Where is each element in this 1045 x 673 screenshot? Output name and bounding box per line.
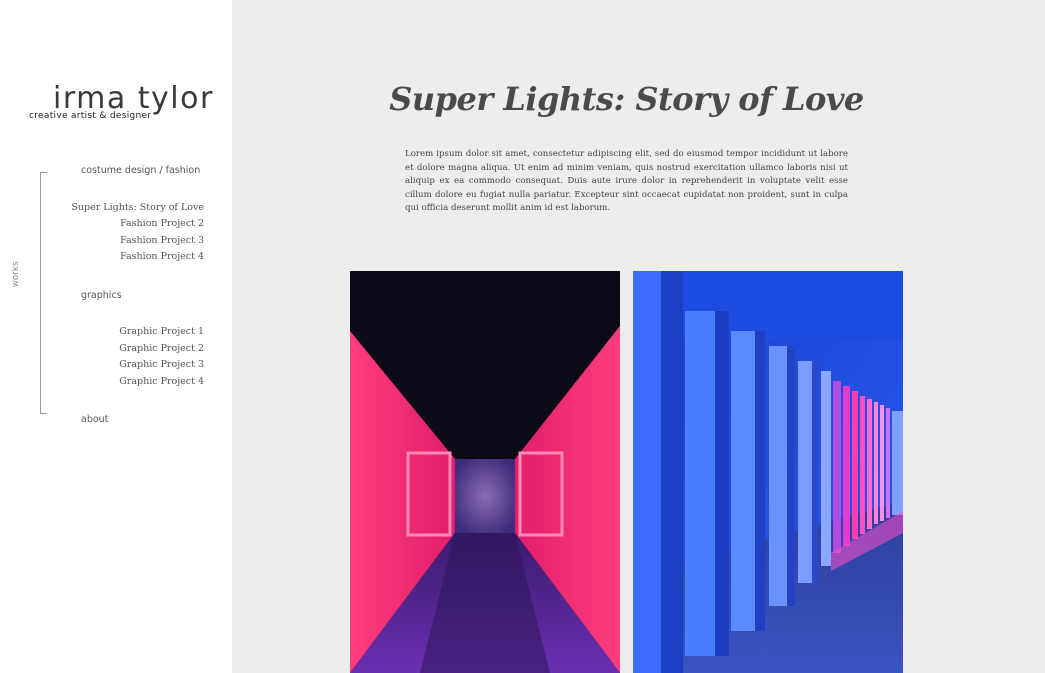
nav-category-costume-design[interactable]: costume design / fashion xyxy=(81,165,200,176)
works-label: works xyxy=(10,260,20,287)
project-photo-pink-tunnel[interactable] xyxy=(350,271,620,673)
nav-category-graphics[interactable]: graphics xyxy=(81,290,122,301)
nav-item-fashion-project-2[interactable]: Fashion Project 2 xyxy=(120,218,204,229)
nav-item-fashion-project-4[interactable]: Fashion Project 4 xyxy=(120,251,204,262)
project-photo-blue-corridor[interactable] xyxy=(633,271,903,673)
nav-item-super-lights[interactable]: Super Lights: Story of Love xyxy=(71,202,204,213)
nav-item-about[interactable]: about xyxy=(81,414,108,425)
nav-item-graphic-project-1[interactable]: Graphic Project 1 xyxy=(119,326,204,337)
nav-item-graphic-project-3[interactable]: Graphic Project 3 xyxy=(119,359,204,370)
nav-item-fashion-project-3[interactable]: Fashion Project 3 xyxy=(120,235,204,246)
intro-paragraph: Lorem ipsum dolor sit amet, consectetur … xyxy=(405,149,848,214)
nav-item-graphic-project-4[interactable]: Graphic Project 4 xyxy=(119,376,204,387)
pink-tunnel-image xyxy=(350,271,620,673)
page-title: Super Lights: Story of Love xyxy=(389,80,864,118)
nav-item-graphic-project-2[interactable]: Graphic Project 2 xyxy=(119,343,204,354)
works-bracket xyxy=(40,172,47,414)
blue-corridor-image xyxy=(633,271,903,673)
sidebar: irma tylor creative artist & designer wo… xyxy=(0,0,232,673)
brand-tagline: creative artist & designer xyxy=(29,111,152,121)
